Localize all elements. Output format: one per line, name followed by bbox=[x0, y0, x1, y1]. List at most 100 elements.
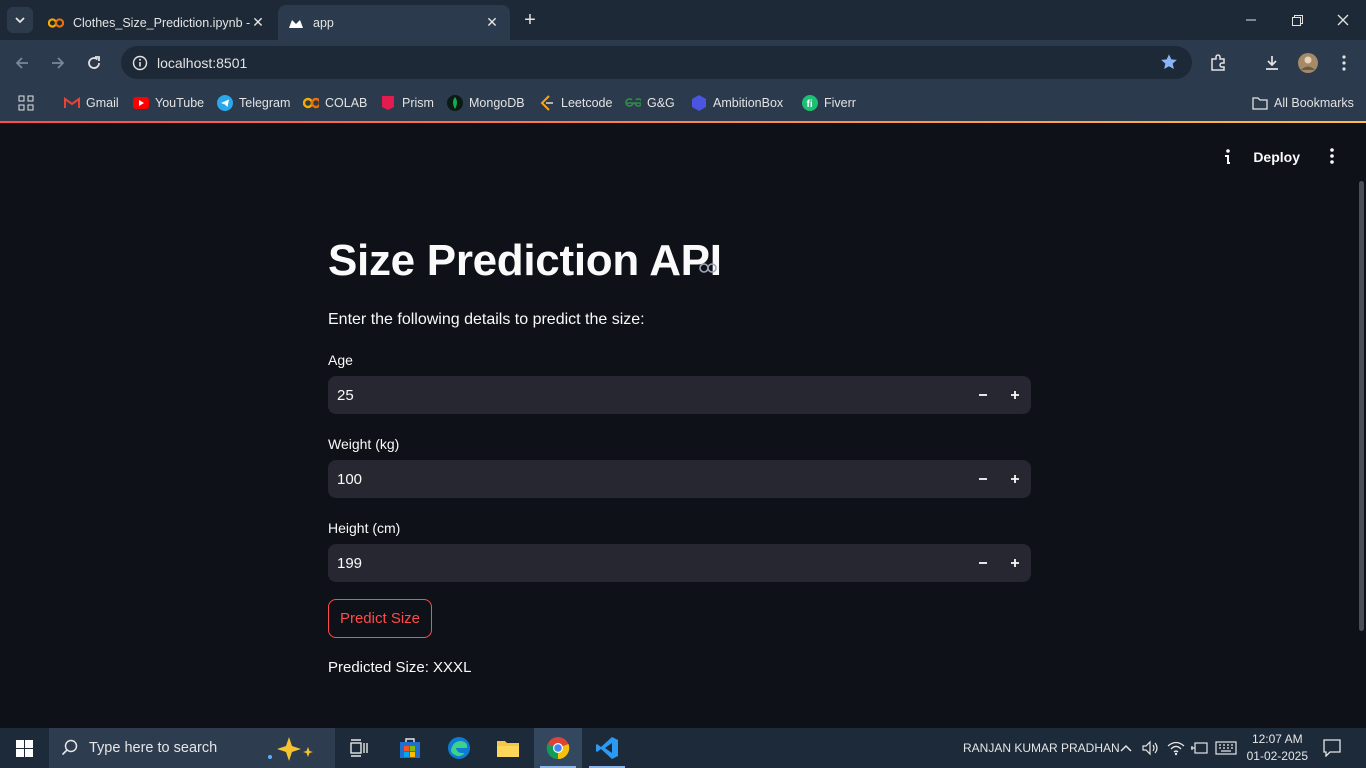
apps-grid-button[interactable] bbox=[18, 92, 34, 114]
forward-button[interactable] bbox=[44, 49, 72, 77]
task-view-button[interactable] bbox=[336, 728, 384, 768]
arrow-right-icon bbox=[52, 57, 65, 69]
height-number-input: 199 bbox=[328, 544, 1031, 582]
clock-date: 01-02-2025 bbox=[1246, 749, 1308, 763]
bookmark-gmail[interactable]: Gmail bbox=[64, 92, 119, 114]
minus-icon bbox=[979, 478, 987, 480]
copilot-sparkle-icon bbox=[268, 737, 313, 761]
taskbar-search-box[interactable]: Type here to search bbox=[49, 728, 335, 768]
leetcode-icon bbox=[539, 95, 555, 111]
bookmark-fiverr[interactable]: fi Fiverr bbox=[802, 92, 856, 114]
minus-icon bbox=[979, 562, 987, 564]
bookmark-label: YouTube bbox=[155, 96, 205, 110]
taskbar-app-vscode[interactable] bbox=[583, 728, 631, 768]
weight-input[interactable]: 100 bbox=[328, 471, 967, 488]
age-decrement-button[interactable] bbox=[967, 376, 999, 414]
bookmark-label: G&G bbox=[647, 96, 675, 110]
profile-avatar[interactable] bbox=[1296, 51, 1320, 75]
volume-icon bbox=[1142, 740, 1158, 756]
bookmark-star-icon[interactable] bbox=[1160, 53, 1178, 76]
system-clock[interactable]: 12:07 AM 01-02-2025 bbox=[1247, 731, 1308, 765]
restore-icon bbox=[1291, 14, 1303, 26]
keyboard-icon bbox=[1215, 741, 1237, 755]
vscode-icon bbox=[596, 737, 618, 759]
bookmark-telegram[interactable]: Telegram bbox=[217, 92, 290, 114]
all-bookmarks[interactable]: All Bookmarks bbox=[1252, 92, 1354, 114]
address-bar[interactable]: localhost:8501 bbox=[121, 46, 1192, 79]
app-header: Deploy bbox=[1166, 123, 1366, 191]
microsoft-store-icon bbox=[400, 738, 420, 758]
close-icon[interactable]: ✕ bbox=[484, 14, 500, 31]
bookmark-mongodb[interactable]: MongoDB bbox=[447, 92, 525, 114]
minus-icon bbox=[979, 394, 987, 396]
back-button[interactable] bbox=[8, 49, 36, 77]
close-icon[interactable]: ✕ bbox=[250, 14, 266, 31]
browser-tabstrip: Clothes_Size_Prediction.ipynb - ✕ app ✕ … bbox=[0, 0, 1366, 40]
bookmark-leetcode[interactable]: Leetcode bbox=[539, 92, 612, 114]
minimize-button[interactable] bbox=[1228, 0, 1274, 40]
extensions-icon[interactable] bbox=[1206, 51, 1230, 75]
keyboard-button[interactable] bbox=[1215, 728, 1237, 768]
plus-icon bbox=[1011, 391, 1019, 399]
bookmark-label: Prism bbox=[402, 96, 434, 110]
url-text: localhost:8501 bbox=[157, 54, 248, 71]
tab-app[interactable]: app ✕ bbox=[278, 5, 510, 40]
arrow-left-icon bbox=[15, 57, 28, 69]
bookmark-label: Fiverr bbox=[824, 96, 856, 110]
chrome-icon bbox=[546, 737, 570, 760]
height-increment-button[interactable] bbox=[999, 544, 1031, 582]
notifications-button[interactable] bbox=[1323, 728, 1341, 768]
bookmark-youtube[interactable]: YouTube bbox=[133, 92, 204, 114]
tab-colab-notebook[interactable]: Clothes_Size_Prediction.ipynb - ✕ bbox=[38, 5, 276, 40]
main-menu-icon[interactable] bbox=[1330, 148, 1334, 169]
restore-button[interactable] bbox=[1274, 0, 1320, 40]
predict-size-button[interactable]: Predict Size bbox=[328, 599, 432, 638]
site-info-icon[interactable] bbox=[123, 55, 157, 71]
new-tab-button[interactable]: + bbox=[520, 10, 540, 30]
gfg-icon bbox=[625, 95, 641, 111]
weight-increment-button[interactable] bbox=[999, 460, 1031, 498]
tab-search-button[interactable] bbox=[7, 7, 33, 33]
taskbar-app-chrome[interactable] bbox=[534, 728, 582, 768]
notification-icon bbox=[1323, 739, 1341, 757]
weight-decrement-button[interactable] bbox=[967, 460, 999, 498]
prediction-result: Predicted Size: XXXL bbox=[328, 659, 472, 676]
download-icon[interactable] bbox=[1260, 51, 1284, 75]
show-hidden-icons-button[interactable] bbox=[1119, 728, 1133, 768]
reload-button[interactable] bbox=[80, 49, 108, 77]
height-decrement-button[interactable] bbox=[967, 544, 999, 582]
bookmark-label: AmbitionBox bbox=[713, 96, 784, 110]
bookmark-label: Telegram bbox=[239, 96, 291, 110]
battery-button[interactable] bbox=[1190, 728, 1208, 768]
age-number-input: 25 bbox=[328, 376, 1031, 414]
age-increment-button[interactable] bbox=[999, 376, 1031, 414]
taskbar-app-file-explorer[interactable] bbox=[484, 728, 532, 768]
reload-icon bbox=[88, 56, 100, 69]
bookmark-label: MongoDB bbox=[469, 96, 525, 110]
bookmark-colab[interactable]: COLAB bbox=[303, 92, 367, 114]
age-input[interactable]: 25 bbox=[328, 387, 967, 404]
start-button[interactable] bbox=[0, 728, 48, 768]
wifi-button[interactable] bbox=[1167, 728, 1185, 768]
prism-icon bbox=[380, 95, 396, 111]
info-icon[interactable] bbox=[1222, 148, 1232, 171]
windows-taskbar: Type here to search RANJAN KUMAR PRADHAN… bbox=[0, 728, 1366, 768]
browser-menu-icon[interactable] bbox=[1332, 51, 1356, 75]
taskbar-app-store[interactable] bbox=[386, 728, 434, 768]
folder-icon bbox=[1252, 95, 1268, 111]
mongodb-icon bbox=[447, 95, 463, 111]
minimize-icon bbox=[1246, 19, 1256, 21]
youtube-icon bbox=[133, 95, 149, 111]
page-scrollbar[interactable] bbox=[1359, 181, 1364, 631]
weight-label: Weight (kg) bbox=[328, 436, 400, 452]
wifi-icon bbox=[1167, 741, 1185, 756]
deploy-button[interactable]: Deploy bbox=[1253, 149, 1300, 165]
height-input[interactable]: 199 bbox=[328, 555, 967, 572]
taskbar-app-edge[interactable] bbox=[435, 728, 483, 768]
close-window-button[interactable] bbox=[1320, 0, 1366, 40]
bookmark-prism[interactable]: Prism bbox=[380, 92, 434, 114]
bookmark-gfg[interactable]: G&G bbox=[625, 92, 675, 114]
bookmark-ambitionbox[interactable]: AmbitionBox bbox=[691, 92, 783, 114]
volume-button[interactable] bbox=[1142, 728, 1160, 768]
anchor-link-icon[interactable] bbox=[699, 260, 717, 278]
